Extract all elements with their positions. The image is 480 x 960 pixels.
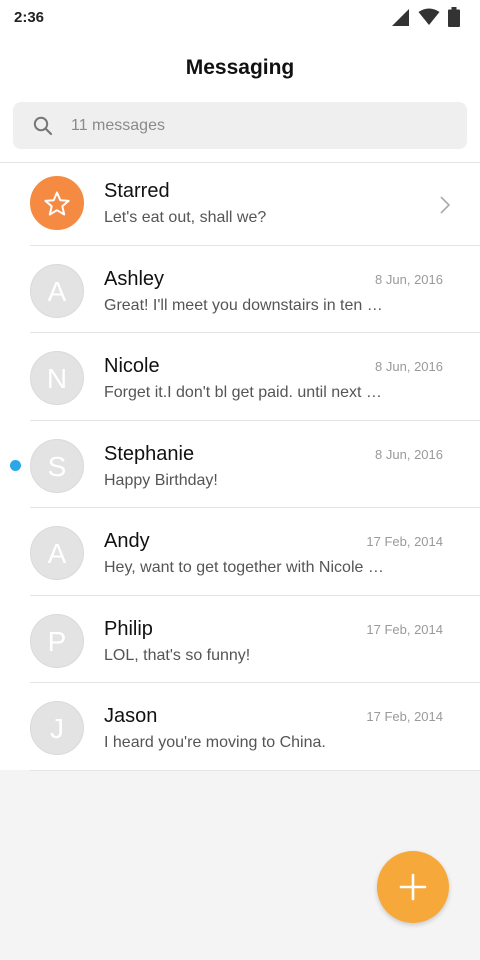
message-preview: LOL, that's so funny! <box>104 646 251 664</box>
signal-icon <box>392 9 409 26</box>
starred-label: Starred <box>104 180 170 202</box>
contact-name: Philip <box>104 617 153 640</box>
chevron-right-icon <box>440 196 450 214</box>
message-preview: Hey, want to get together with Nicole … <box>104 559 384 576</box>
search-bar[interactable] <box>13 102 467 149</box>
content-area: 2:36 Messaging 11 messages Starred Let's… <box>0 0 480 771</box>
contact-name: Stephanie <box>104 442 195 465</box>
message-preview: Great! I'll meet you downstairs in ten … <box>104 296 383 314</box>
message-preview: I heard you're moving to China. <box>104 734 326 751</box>
avatar: N <box>30 351 84 405</box>
contact-name: Andy <box>104 530 150 552</box>
message-preview: Forget it.I don't bl get paid. until nex… <box>104 384 384 401</box>
conversation-row[interactable]: S Stephanie 8 Jun, 2016 Happy Birthday! <box>0 421 480 508</box>
avatar: A <box>30 526 84 580</box>
conversation-row[interactable]: J Jason 17 Feb, 2014 I heard you're movi… <box>0 683 480 771</box>
unread-indicator <box>10 459 21 471</box>
battery-icon <box>448 7 460 27</box>
contact-name: Nicole <box>104 355 160 377</box>
search-input[interactable] <box>71 102 451 149</box>
conversation-row[interactable]: A Andy 17 Feb, 2014 Hey, want to get tog… <box>0 508 480 596</box>
conversation-row[interactable]: P Philip 17 Feb, 2014 LOL, that's so fun… <box>0 596 480 683</box>
search-icon <box>33 116 53 136</box>
conversation-row[interactable]: N Nicole 8 Jun, 2016 Forget it.I don't b… <box>0 333 480 421</box>
message-date: 17 Feb, 2014 <box>366 534 443 549</box>
row-divider <box>30 769 480 771</box>
starred-row[interactable]: Starred Let's eat out, shall we? <box>0 158 480 246</box>
starred-avatar <box>30 176 84 230</box>
new-message-button[interactable] <box>377 851 449 923</box>
message-date: 17 Feb, 2014 <box>366 709 443 724</box>
status-bar: 2:36 <box>0 0 480 36</box>
wifi-icon <box>418 8 440 25</box>
message-date: 8 Jun, 2016 <box>375 446 443 462</box>
avatar: A <box>30 263 84 318</box>
conversation-row[interactable]: A Ashley 8 Jun, 2016 Great! I'll meet yo… <box>0 246 480 333</box>
starred-preview: Let's eat out, shall we? <box>104 209 267 226</box>
star-icon <box>44 191 70 216</box>
contact-name: Ashley <box>104 267 165 290</box>
page-title: Messaging <box>185 56 295 79</box>
status-icons <box>390 7 460 27</box>
message-date: 17 Feb, 2014 <box>366 621 443 637</box>
avatar: P <box>30 613 84 668</box>
contact-name: Jason <box>104 705 158 727</box>
conversation-list: Starred Let's eat out, shall we? A Ashle… <box>0 158 480 771</box>
message-date: 8 Jun, 2016 <box>375 359 443 374</box>
status-time: 2:36 <box>14 9 45 26</box>
message-preview: Happy Birthday! <box>104 471 218 489</box>
plus-icon <box>399 873 427 901</box>
avatar: J <box>30 701 84 755</box>
avatar: S <box>30 438 84 493</box>
message-date: 8 Jun, 2016 <box>375 271 443 287</box>
